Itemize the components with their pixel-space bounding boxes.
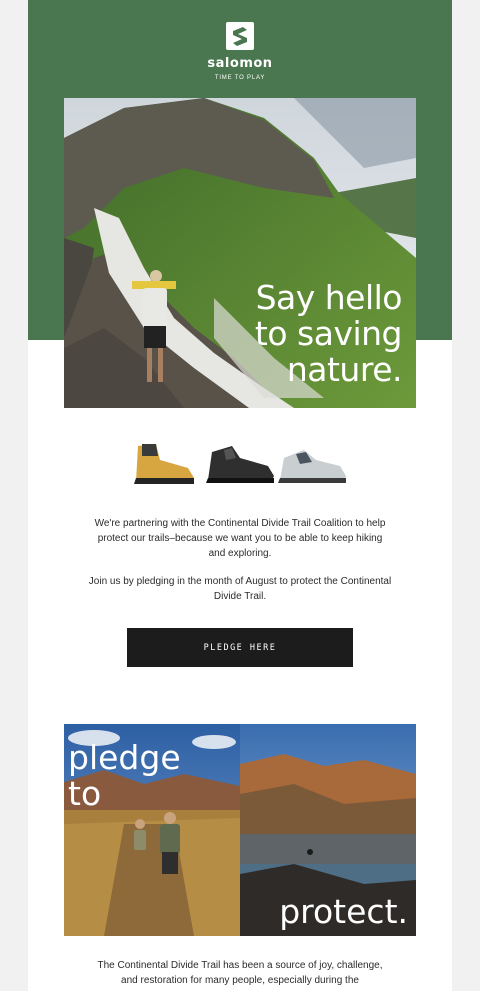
- trail-paragraph: The Continental Divide Trail has been a …: [97, 960, 383, 986]
- protect-headline: protect.: [279, 892, 408, 931]
- shoe-lineup[interactable]: [128, 438, 352, 490]
- brand-logo[interactable]: salomon TIME TO PLAY: [28, 22, 452, 82]
- brand-name: salomon: [207, 56, 273, 71]
- email-body: salomon TIME TO PLAY Say hello to saving…: [28, 0, 452, 991]
- black-shoe-icon[interactable]: [206, 446, 274, 483]
- yellow-boot-icon[interactable]: [134, 444, 194, 484]
- hero-headline: Say hello to saving nature.: [254, 278, 403, 389]
- brand-tagline: TIME TO PLAY: [214, 75, 266, 81]
- pledge-to-headline: pledge to: [68, 738, 181, 813]
- pledge-paragraph: Join us by pledging in the month of Augu…: [88, 576, 392, 602]
- intro-paragraph: We're partnering with the Continental Di…: [94, 518, 386, 559]
- pledge-protect-image[interactable]: pledge to protect.: [64, 724, 416, 936]
- hero-image[interactable]: Say hello to saving nature.: [64, 98, 416, 408]
- pledge-here-button[interactable]: PLEDGE HERE: [127, 628, 353, 667]
- salomon-s-icon: [226, 22, 254, 50]
- grey-shoe-icon[interactable]: [278, 450, 346, 483]
